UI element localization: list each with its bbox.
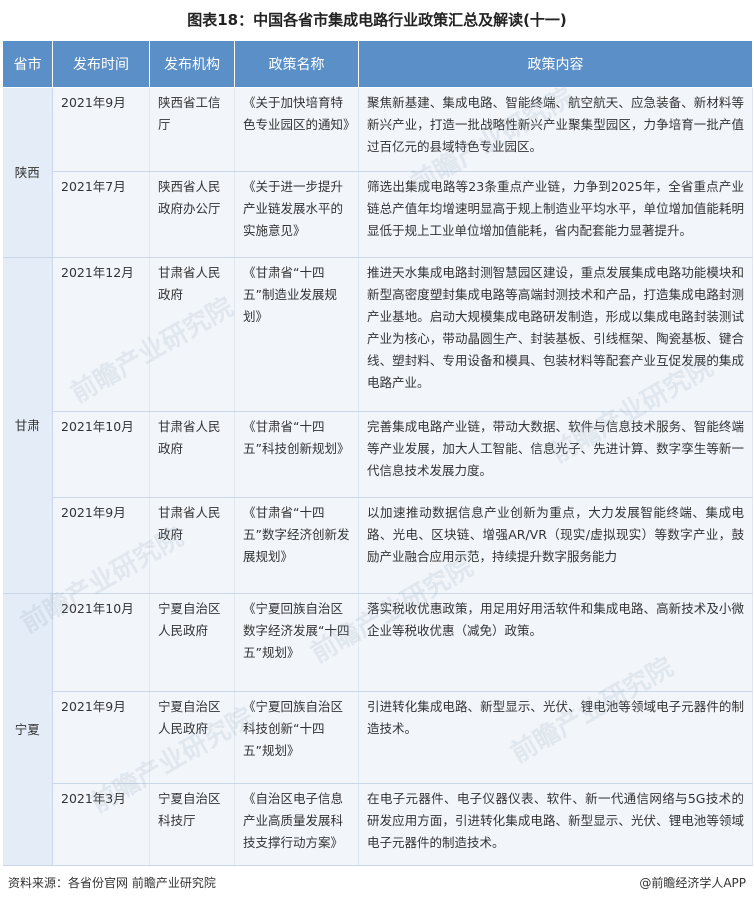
- table-row: 陕西 2021年9月 陕西省工信厅 《关于加快培育特色专业园区的通知》 聚焦新基…: [2, 87, 753, 258]
- policy-content-cell: 完善集成电路产业链，带动大数据、软件与信息技术服务、智能终端等产业发展，加大人工…: [358, 411, 753, 498]
- policy-name-cell: 《关于进一步提升产业链发展水平的实施意见》: [234, 171, 359, 258]
- date-cell: 2021年10月: [52, 411, 150, 498]
- org-cell: 宁夏自治区人民政府: [149, 691, 235, 784]
- province-cell: 陕西: [2, 87, 53, 258]
- province-cell: 宁夏: [2, 593, 53, 866]
- org-cell: 宁夏自治区人民政府: [149, 593, 235, 692]
- policy-content-cell: 引进转化集成电路、新型显示、光伏、锂电池等领域电子元器件的制造技术。: [358, 691, 753, 784]
- policy-name-cell: 《宁夏回族自治区科技创新“十四五”规划》: [234, 691, 359, 784]
- date-cell: 2021年7月: [52, 171, 150, 258]
- policy-name-cell: 《甘肃省“十四五”制造业发展规划》: [234, 257, 359, 412]
- policy-name-cell: 《甘肃省“十四五”数字经济创新发展规划》: [234, 497, 359, 594]
- org-cell: 陕西省工信厅: [149, 87, 235, 172]
- table-row: 2021年9月 甘肃省人民政府 《甘肃省“十四五”数字经济创新发展规划》 以加速…: [3, 497, 753, 594]
- date-cell: 2021年12月: [52, 257, 150, 412]
- date-cell: 2021年9月: [52, 87, 150, 172]
- header-name: 政策名称: [234, 40, 359, 88]
- policy-name-cell: 《宁夏回族自治区数字经济发展“十四五”规划》: [234, 593, 359, 692]
- org-cell: 甘肃省人民政府: [149, 411, 235, 498]
- header-content: 政策内容: [358, 40, 753, 88]
- policy-content-cell: 推进天水集成电路封测智慧园区建设，重点发展集成电路功能模块和新型高密度塑封集成电…: [358, 257, 753, 412]
- policy-table: 省市 发布时间 发布机构 政策名称 政策内容 陕西 2021年9月 陕西省工信厅…: [2, 40, 753, 866]
- policy-content-cell: 聚焦新基建、集成电路、智能终端、航空航天、应急装备、新材料等新兴产业，打造一批战…: [358, 87, 753, 172]
- header-province: 省市: [2, 40, 53, 88]
- org-cell: 陕西省人民政府办公厅: [149, 171, 235, 258]
- footer: 资料来源：各省份官网 前瞻产业研究院 @前瞻经济学人APP: [8, 874, 746, 891]
- table-row: 2021年3月 宁夏自治区科技厅 《自治区电子信息产业高质量发展科技支撑行动方案…: [3, 783, 753, 866]
- table-row: 2021年10月 甘肃省人民政府 《甘肃省“十四五”科技创新规划》 完善集成电路…: [3, 411, 753, 498]
- page-title: 图表18：中国各省市集成电路行业政策汇总及解读(十一): [187, 11, 567, 29]
- policy-content-cell: 在电子元器件、电子仪器仪表、软件、新一代通信网络与5G技术的研发应用方面，引进转…: [358, 783, 753, 866]
- org-cell: 甘肃省人民政府: [149, 257, 235, 412]
- source-note: 资料来源：各省份官网 前瞻产业研究院: [8, 876, 216, 890]
- table-row: 甘肃 2021年12月 甘肃省人民政府 《甘肃省“十四五”制造业发展规划》 推进…: [2, 257, 753, 594]
- table-row: 宁夏 2021年10月 宁夏自治区人民政府 《宁夏回族自治区数字经济发展“十四五…: [2, 593, 753, 866]
- date-cell: 2021年9月: [52, 497, 150, 594]
- brand-note: @前瞻经济学人APP: [639, 876, 746, 890]
- table-row: 2021年9月 宁夏自治区人民政府 《宁夏回族自治区科技创新“十四五”规划》 引…: [3, 691, 753, 784]
- date-cell: 2021年10月: [52, 593, 150, 692]
- policy-name-cell: 《自治区电子信息产业高质量发展科技支撑行动方案》: [234, 783, 359, 866]
- policy-name-cell: 《关于加快培育特色专业园区的通知》: [234, 87, 359, 172]
- date-cell: 2021年3月: [52, 783, 150, 866]
- table-header-row: 省市 发布时间 发布机构 政策名称 政策内容: [2, 40, 753, 88]
- date-cell: 2021年9月: [52, 691, 150, 784]
- policy-name-cell: 《甘肃省“十四五”科技创新规划》: [234, 411, 359, 498]
- org-cell: 甘肃省人民政府: [149, 497, 235, 594]
- policy-content-cell: 以加速推动数据信息产业创新为重点，大力发展智能终端、集成电路、光电、区块链、增强…: [358, 497, 753, 594]
- header-date: 发布时间: [52, 40, 150, 88]
- province-cell: 甘肃: [2, 257, 53, 594]
- org-cell: 宁夏自治区科技厅: [149, 783, 235, 866]
- header-org: 发布机构: [149, 40, 235, 88]
- table-row: 2021年7月 陕西省人民政府办公厅 《关于进一步提升产业链发展水平的实施意见》…: [3, 171, 753, 258]
- policy-content-cell: 筛选出集成电路等23条重点产业链，力争到2025年，全省重点产业链总产值年均增速…: [358, 171, 753, 258]
- policy-content-cell: 落实税收优惠政策，用足用好用活软件和集成电路、高新技术及小微企业等税收优惠（减免…: [358, 593, 753, 692]
